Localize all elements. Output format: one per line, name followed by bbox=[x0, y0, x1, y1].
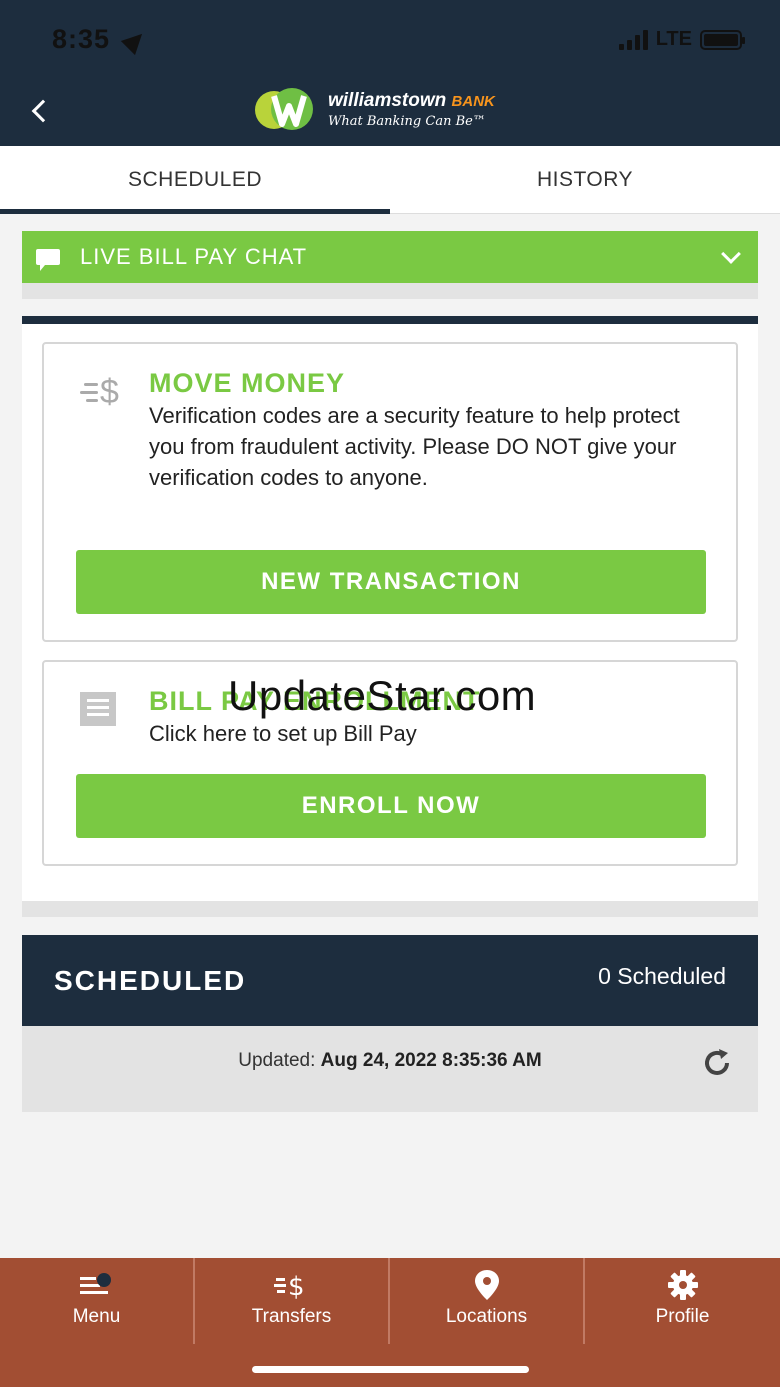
menu-icon bbox=[79, 1270, 114, 1300]
new-transaction-button[interactable]: NEW TRANSACTION bbox=[76, 550, 706, 614]
bill-pay-text: Click here to set up Bill Pay bbox=[149, 721, 417, 746]
nav-transfers[interactable]: $ Transfers bbox=[195, 1258, 390, 1344]
nav-menu[interactable]: Menu bbox=[0, 1258, 195, 1344]
logo-tagline: What Banking Can Be™ bbox=[328, 113, 486, 129]
actions-panel: $ MOVE MONEY Verification codes are a se… bbox=[22, 316, 758, 901]
transfer-icon: $ bbox=[273, 1270, 310, 1300]
move-money-text: Verification codes are a security featur… bbox=[149, 403, 680, 490]
battery-icon bbox=[700, 29, 745, 50]
scheduled-title: SCHEDULED bbox=[54, 965, 247, 996]
updated-timestamp: Updated: Aug 24, 2022 8:35:36 AM bbox=[238, 1050, 542, 1071]
tab-bar: SCHEDULED HISTORY bbox=[0, 146, 780, 214]
app-header: 8:35 LTE williamstown BANK What Banking … bbox=[0, 0, 780, 146]
signal-icon bbox=[618, 29, 648, 50]
chevron-down-icon bbox=[721, 244, 741, 264]
location-pin-icon bbox=[474, 1270, 499, 1300]
scheduled-updated-bar: Updated: Aug 24, 2022 8:35:36 AM bbox=[22, 1026, 758, 1112]
move-money-title: MOVE MONEY bbox=[149, 368, 346, 398]
nav-locations[interactable]: Locations bbox=[390, 1258, 585, 1344]
chat-bubble-icon bbox=[36, 249, 60, 271]
nav-transfers-label: Transfers bbox=[251, 1306, 332, 1327]
logo-mark-icon bbox=[255, 88, 313, 130]
watermark: UpdateStar.com bbox=[228, 672, 537, 719]
live-chat-label: LIVE BILL PAY CHAT bbox=[80, 244, 308, 269]
status-time-text: 8:35 bbox=[52, 24, 111, 54]
panel-footer bbox=[22, 901, 758, 917]
home-indicator bbox=[252, 1366, 529, 1373]
svg-text:$: $ bbox=[288, 1272, 305, 1299]
network-label: LTE bbox=[655, 28, 692, 50]
receipt-icon bbox=[80, 692, 116, 726]
tab-history[interactable]: HISTORY bbox=[390, 146, 780, 213]
enroll-now-button[interactable]: ENROLL NOW bbox=[76, 774, 706, 838]
transfer-icon: $ bbox=[80, 374, 126, 410]
move-money-card: $ MOVE MONEY Verification codes are a se… bbox=[42, 342, 738, 642]
nav-profile[interactable]: Profile bbox=[585, 1258, 780, 1344]
chat-bar-footer bbox=[22, 283, 758, 299]
status-time: 8:35 bbox=[52, 24, 149, 56]
scheduled-header: SCHEDULED 0 Scheduled bbox=[22, 935, 758, 1026]
tab-scheduled[interactable]: SCHEDULED bbox=[0, 146, 390, 214]
nav-locations-label: Locations bbox=[445, 1306, 528, 1327]
nav-menu-label: Menu bbox=[72, 1306, 121, 1327]
live-chat-bar[interactable]: LIVE BILL PAY CHAT bbox=[22, 231, 758, 283]
logo-name: williamstown BANK bbox=[328, 89, 495, 111]
status-indicators: LTE bbox=[618, 28, 745, 51]
location-arrow-icon bbox=[120, 26, 149, 56]
back-button[interactable] bbox=[28, 94, 58, 128]
bank-logo: williamstown BANK What Banking Can Be™ bbox=[252, 82, 495, 136]
gear-icon bbox=[667, 1270, 698, 1300]
refresh-icon[interactable] bbox=[700, 1046, 734, 1080]
scheduled-count: 0 Scheduled bbox=[598, 963, 726, 989]
nav-profile-label: Profile bbox=[655, 1306, 710, 1327]
